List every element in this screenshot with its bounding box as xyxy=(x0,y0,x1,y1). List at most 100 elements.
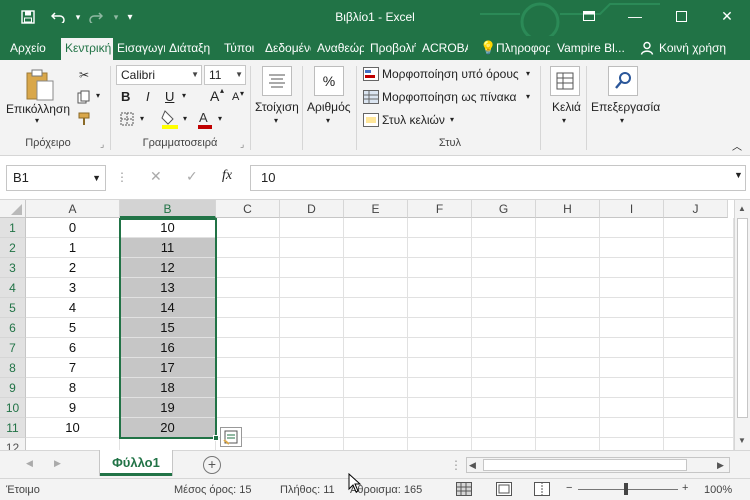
alignment-icon[interactable] xyxy=(262,66,292,96)
scroll-left-icon[interactable]: ◀ xyxy=(469,460,476,471)
column-header-c[interactable]: C xyxy=(216,200,280,218)
cell-b[interactable]: 11 xyxy=(120,238,216,258)
cell-a[interactable]: 6 xyxy=(26,338,120,358)
cell-e[interactable] xyxy=(344,398,408,418)
normal-view-icon[interactable] xyxy=(456,482,472,499)
format-painter-icon[interactable] xyxy=(74,110,94,128)
cell-i[interactable] xyxy=(600,418,664,438)
cell-i[interactable] xyxy=(600,398,664,418)
fill-color-dropdown-icon[interactable]: ▾ xyxy=(183,114,187,123)
format-as-table-button[interactable]: Μορφοποίηση ως πίνακα xyxy=(382,90,516,104)
cell-j[interactable] xyxy=(664,258,734,278)
cell-c[interactable] xyxy=(216,258,280,278)
cell-h[interactable] xyxy=(536,278,600,298)
cell-h[interactable] xyxy=(536,218,600,238)
fill-handle[interactable] xyxy=(213,435,219,441)
cell-d[interactable] xyxy=(280,338,344,358)
editing-dropdown-icon[interactable]: ▾ xyxy=(620,116,624,125)
tab-review[interactable]: Αναθεώρηση xyxy=(317,36,364,60)
cell-h[interactable] xyxy=(536,438,600,450)
page-break-view-icon[interactable] xyxy=(534,482,550,499)
column-header-g[interactable]: G xyxy=(472,200,536,218)
cell-e[interactable] xyxy=(344,378,408,398)
split-handle-icon[interactable]: ⋮ xyxy=(450,458,462,472)
cell-d[interactable] xyxy=(280,378,344,398)
row-header[interactable]: 3 xyxy=(0,258,26,278)
cell-e[interactable] xyxy=(344,278,408,298)
column-header-d[interactable]: D xyxy=(280,200,344,218)
cell-f[interactable] xyxy=(408,338,472,358)
cells-dropdown-icon[interactable]: ▾ xyxy=(562,116,566,125)
cell-d[interactable] xyxy=(280,398,344,418)
h-scroll-thumb[interactable] xyxy=(483,459,687,471)
paste-dropdown-icon[interactable]: ▾ xyxy=(35,116,39,125)
zoom-slider-thumb[interactable] xyxy=(624,483,628,495)
cell-b[interactable]: 17 xyxy=(120,358,216,378)
number-dropdown-icon[interactable]: ▾ xyxy=(326,116,330,125)
cell-f[interactable] xyxy=(408,398,472,418)
cell-f[interactable] xyxy=(408,358,472,378)
column-header-i[interactable]: I xyxy=(600,200,664,218)
cell-c[interactable] xyxy=(216,338,280,358)
horizontal-scrollbar[interactable]: ◀ ▶ xyxy=(466,457,730,473)
cells-button[interactable]: Κελιά xyxy=(552,100,581,114)
cell-i[interactable] xyxy=(600,378,664,398)
close-icon[interactable]: ✕ xyxy=(712,4,742,28)
cell-f[interactable] xyxy=(408,278,472,298)
number-button[interactable]: Αριθμός xyxy=(307,100,351,114)
cell-b[interactable]: 18 xyxy=(120,378,216,398)
collapse-ribbon-icon[interactable]: ︿ xyxy=(732,138,742,153)
cell-b[interactable]: 10 xyxy=(120,218,216,238)
cell-c[interactable] xyxy=(216,318,280,338)
scroll-down-icon[interactable]: ▼ xyxy=(738,436,746,445)
cell-g[interactable] xyxy=(472,418,536,438)
column-header-j[interactable]: J xyxy=(664,200,728,218)
paste-button[interactable]: Επικόλληση xyxy=(6,102,70,116)
tab-view[interactable]: Προβολή xyxy=(370,36,416,60)
cell-b[interactable]: 20 xyxy=(120,418,216,438)
cell-e[interactable] xyxy=(344,358,408,378)
cell-a[interactable]: 8 xyxy=(26,378,120,398)
cell-j[interactable] xyxy=(664,278,734,298)
cell-g[interactable] xyxy=(472,238,536,258)
cancel-icon[interactable]: ✕ xyxy=(150,168,162,185)
cell-h[interactable] xyxy=(536,238,600,258)
cell-d[interactable] xyxy=(280,238,344,258)
cells-icon[interactable] xyxy=(550,66,580,96)
cell-i[interactable] xyxy=(600,298,664,318)
format-as-table-icon[interactable] xyxy=(362,89,380,105)
tab-layout[interactable]: Διάταξη xyxy=(169,36,217,60)
cell-j[interactable] xyxy=(664,338,734,358)
cell-j[interactable] xyxy=(664,378,734,398)
conditional-formatting-icon[interactable] xyxy=(362,66,380,82)
ribbon-display-icon[interactable] xyxy=(574,4,604,28)
chevron-down-icon[interactable]: ▼ xyxy=(92,166,101,190)
cell-i[interactable] xyxy=(600,358,664,378)
row-header[interactable]: 6 xyxy=(0,318,26,338)
cell-a[interactable]: 10 xyxy=(26,418,120,438)
cell-e[interactable] xyxy=(344,298,408,318)
cell-j[interactable] xyxy=(664,358,734,378)
cell-c[interactable] xyxy=(216,358,280,378)
cell-g[interactable] xyxy=(472,278,536,298)
cell-g[interactable] xyxy=(472,398,536,418)
tab-data[interactable]: Δεδομένα xyxy=(265,36,311,60)
cell-d[interactable] xyxy=(280,218,344,238)
font-color-icon[interactable]: A xyxy=(196,108,214,130)
cell-g[interactable] xyxy=(472,358,536,378)
row-header[interactable]: 7 xyxy=(0,338,26,358)
cell-a[interactable]: 1 xyxy=(26,238,120,258)
zoom-in-icon[interactable]: + xyxy=(682,482,688,494)
cell-d[interactable] xyxy=(280,278,344,298)
count-status[interactable]: Πλήθος: 11 xyxy=(280,484,335,496)
cell-a[interactable]: 2 xyxy=(26,258,120,278)
alignment-button[interactable]: Στοίχιση xyxy=(255,100,299,114)
vertical-scrollbar[interactable]: ▲ ▼ xyxy=(734,200,750,450)
column-header-h[interactable]: H xyxy=(536,200,600,218)
cell-g[interactable] xyxy=(472,378,536,398)
cell-i[interactable] xyxy=(600,218,664,238)
cell-j[interactable] xyxy=(664,438,734,450)
cell-e[interactable] xyxy=(344,318,408,338)
cell-d[interactable] xyxy=(280,358,344,378)
row-header[interactable]: 4 xyxy=(0,278,26,298)
